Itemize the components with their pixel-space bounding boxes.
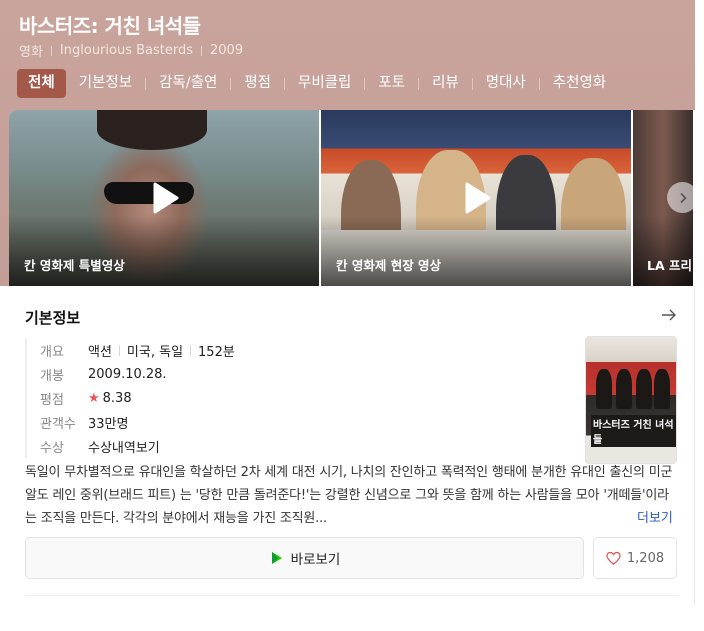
like-button[interactable]: 1,208: [593, 537, 677, 579]
more-link[interactable]: 더보기: [635, 507, 673, 526]
meta-year: 2009: [210, 43, 244, 58]
synopsis-text: 독일이 무차별적으로 유대인을 학살하던 2차 세계 대전 시기, 나치의 잔인…: [25, 465, 673, 526]
thumbnail-detail: [97, 110, 207, 150]
poster-detail: [636, 369, 652, 409]
meta-original-title: Inglourious Basterds: [59, 43, 194, 58]
video-title: 칸 영화제 특별영상: [24, 258, 125, 273]
play-store-icon: [271, 552, 282, 564]
watch-now-label: 바로보기: [290, 552, 341, 568]
tab-cast[interactable]: 감독/출연: [146, 69, 230, 98]
tab-rating[interactable]: 평점: [231, 69, 284, 98]
watch-now-button[interactable]: 바로보기: [25, 537, 584, 579]
heart-icon: [606, 551, 621, 565]
play-icon[interactable]: [458, 180, 494, 216]
value-divider: [190, 344, 192, 356]
rating-value: 8.38: [102, 390, 132, 406]
basic-info-section: 기본정보 개요 액션 미국, 독일 152분 개봉 2009.10.28. 평점…: [9, 286, 695, 606]
play-icon[interactable]: [146, 180, 182, 216]
info-list: 개요 액션 미국, 독일 152분 개봉 2009.10.28. 평점 ★ 8.…: [25, 338, 235, 458]
awards-link[interactable]: 수상내역보기: [88, 437, 160, 456]
tab-review[interactable]: 리뷰: [419, 69, 472, 98]
tab-basic-info[interactable]: 기본정보: [66, 69, 145, 98]
info-label: 개봉: [40, 368, 64, 384]
meta-divider: [201, 45, 203, 56]
star-icon: ★: [88, 390, 100, 406]
arrow-right-icon[interactable]: [660, 306, 678, 324]
chevron-right-icon: [679, 192, 687, 203]
release-date-value: 2009.10.28.: [88, 366, 167, 382]
tab-bar: 전체 기본정보 감독/출연 평점 무비클립 포토 리뷰 명대사 추천영화: [17, 69, 619, 98]
meta-category[interactable]: 영화: [19, 41, 43, 60]
poster-detail: [616, 369, 632, 409]
tab-all[interactable]: 전체: [17, 69, 66, 98]
video-title: 칸 영화제 현장 영상: [336, 258, 442, 273]
tab-quotes[interactable]: 명대사: [473, 69, 539, 98]
poster-detail: [596, 369, 612, 409]
info-label: 관객수: [40, 416, 76, 432]
tab-recommended[interactable]: 추천영화: [540, 69, 619, 98]
movie-poster[interactable]: 바스터즈 거친 녀석들: [585, 336, 677, 464]
video-title: LA 프리: [647, 258, 692, 273]
info-label: 평점: [40, 392, 64, 408]
like-count: 1,208: [626, 550, 665, 566]
movie-meta: 영화 Inglourious Basterds 2009: [19, 41, 243, 60]
video-card[interactable]: 칸 영화제 특별영상: [9, 110, 319, 286]
section-divider: [25, 595, 679, 596]
thumbnail-gradient: [9, 216, 319, 286]
thumbnail-gradient: [321, 216, 631, 286]
info-row-release: 개봉 2009.10.28.: [40, 362, 235, 386]
genre-value: 액션: [88, 344, 112, 360]
video-card[interactable]: 칸 영화제 현장 영상: [321, 110, 631, 286]
info-row-audience: 관객수 33만명: [40, 410, 235, 434]
poster-detail: [654, 369, 670, 409]
tab-photo[interactable]: 포토: [365, 69, 418, 98]
info-row-awards: 수상 수상내역보기: [40, 434, 235, 458]
info-label: 개요: [40, 344, 64, 360]
info-row-rating: 평점 ★ 8.38: [40, 386, 235, 410]
info-value: 액션 미국, 독일 152분: [88, 341, 235, 360]
meta-divider: [50, 45, 52, 56]
section-title: 기본정보: [25, 309, 81, 327]
info-label: 수상: [40, 440, 64, 456]
page-title: 바스터즈: 거친 녀석들: [19, 14, 201, 38]
tab-movie-clip[interactable]: 무비클립: [285, 69, 364, 98]
thumbnail-gradient: [633, 216, 693, 286]
carousel-next-button[interactable]: [667, 182, 698, 213]
video-carousel: 칸 영화제 특별영상 칸 영화제 현장 영상 LA 프리: [9, 110, 695, 286]
country-value: 미국, 독일: [126, 344, 184, 360]
poster-title: 바스터즈 거친 녀석들: [591, 415, 676, 447]
runtime-value: 152분: [198, 344, 235, 360]
info-row-overview: 개요 액션 미국, 독일 152분: [40, 338, 235, 362]
audience-value: 33만명: [88, 416, 129, 432]
value-divider: [118, 344, 120, 356]
rating-value-wrap: ★ 8.38: [88, 391, 132, 406]
